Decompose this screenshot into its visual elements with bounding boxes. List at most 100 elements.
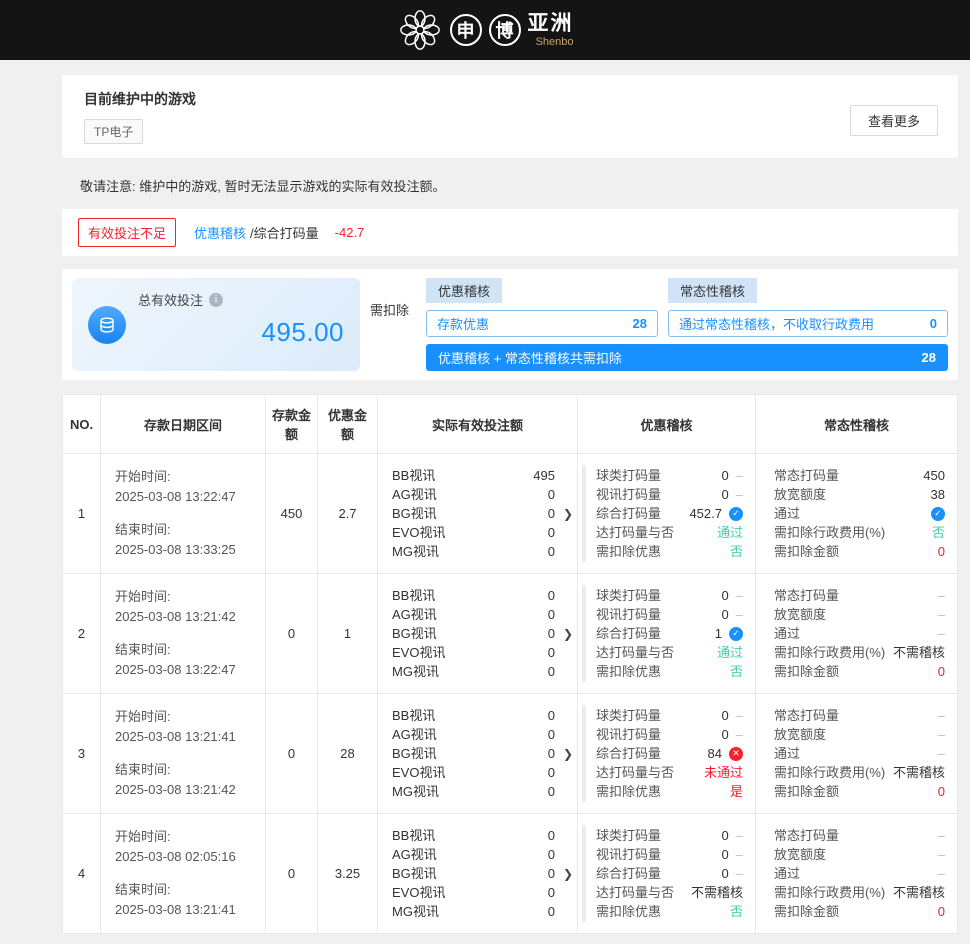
dash-icon: – (938, 846, 945, 863)
expand-chevron-icon[interactable]: ❯ (563, 867, 573, 881)
bet-game-name: EVO视讯 (392, 764, 445, 781)
dash-icon: – (938, 707, 945, 724)
audit-line-value: 0 (938, 543, 945, 560)
bet-amount: 0 (548, 903, 555, 920)
bet-game-name: BG视讯 (392, 745, 437, 762)
expand-chevron-icon[interactable]: ❯ (563, 627, 573, 641)
bet-amount: 0 (548, 865, 555, 882)
audit-line: 放宽额度– (774, 605, 945, 624)
audit-line-value: – (931, 865, 945, 882)
audit-line-label: 综合打码量 (596, 865, 661, 882)
bet-line: BB视讯0 (392, 826, 555, 845)
audit-line-label: 达打码量与否 (596, 764, 674, 781)
audit-line-value: 通过 (717, 644, 743, 661)
promo-audit-cell: 球类打码量0–视讯打码量0–综合打码量0–达打码量与否不需稽核需扣除优惠否 (578, 814, 756, 934)
bet-line: BB视讯495 (392, 466, 555, 485)
row-number: 1 (63, 454, 101, 574)
bet-game-name: BG视讯 (392, 505, 437, 522)
audit-line: 需扣除金额0 (774, 542, 945, 561)
view-more-button[interactable]: 查看更多 (850, 105, 938, 136)
audit-line-value: 未通过 (704, 764, 743, 781)
audit-line-label: 需扣除优惠 (596, 663, 661, 680)
audit-line: 达打码量与否通过 (596, 643, 743, 662)
bet-game-name: BB视讯 (392, 707, 435, 724)
bet-game-name: AG视讯 (392, 486, 437, 503)
status-text: 优惠稽核 /综合打码量 -42.7 (194, 223, 364, 242)
bet-line: BG视讯0 (392, 624, 555, 643)
tab-promo-audit[interactable]: 优惠稽核 (426, 278, 502, 303)
audit-line: 达打码量与否通过 (596, 523, 743, 542)
tab-regular-audit[interactable]: 常态性稽核 (668, 278, 757, 303)
audit-line-value: 否 (932, 524, 945, 541)
total-valid-bet-value: 495.00 (138, 317, 344, 348)
audit-line: 达打码量与否不需稽核 (596, 883, 743, 902)
audit-line-label: 需扣除优惠 (596, 903, 661, 920)
audit-line: 需扣除优惠是 (596, 782, 743, 801)
deposit-amount-cell: 0 (266, 694, 318, 814)
dash-icon: – (736, 606, 743, 623)
audit-line-label: 需扣除行政费用(%) (774, 884, 885, 901)
end-time-label: 结束时间: (115, 760, 257, 780)
bet-game-name: EVO视讯 (392, 524, 445, 541)
logo-subtitle-text: Shenbo (536, 37, 574, 48)
dash-icon: – (736, 707, 743, 724)
table-row: 1开始时间:2025-03-08 13:22:47结束时间:2025-03-08… (63, 454, 958, 574)
bet-amount: 0 (548, 663, 555, 680)
valid-bets-cell: BB视讯0AG视讯0BG视讯0EVO视讯0MG视讯0❯ (378, 574, 578, 694)
audit-line: 通过– (774, 864, 945, 883)
logo-char-bo: 博 (489, 14, 521, 46)
audit-line-value: – (931, 606, 945, 623)
valid-bets-cell: BB视讯0AG视讯0BG视讯0EVO视讯0MG视讯0❯ (378, 694, 578, 814)
audit-line: 视讯打码量0– (596, 605, 743, 624)
audit-table: NO. 存款日期区间 存款金额 优惠金额 实际有效投注额 优惠稽核 常态性稽核 … (62, 394, 958, 934)
status-card: 有效投注不足 优惠稽核 /综合打码量 -42.7 (62, 209, 958, 256)
start-time-value: 2025-03-08 13:22:47 (115, 487, 257, 507)
audit-line-label: 视讯打码量 (596, 486, 661, 503)
column-header-deposit: 存款金额 (266, 395, 318, 454)
row-number: 3 (63, 694, 101, 814)
promo-audit-link[interactable]: 优惠稽核 (194, 223, 246, 242)
expand-chevron-icon[interactable]: ❯ (563, 507, 573, 521)
audit-line-value: 0– (722, 486, 743, 503)
start-time-label: 开始时间: (115, 587, 257, 607)
audit-line-value: 0 (938, 663, 945, 680)
dash-icon: – (736, 726, 743, 743)
promo-deduction-field: 存款优惠 28 (426, 310, 658, 337)
regular-audit-column: 常态性稽核 通过常态性稽核，不收取行政费用 0 (668, 278, 948, 337)
dash-icon: – (938, 606, 945, 623)
table-row: 4开始时间:2025-03-08 02:05:16结束时间:2025-03-08… (63, 814, 958, 934)
table-row: 2开始时间:2025-03-08 13:21:42结束时间:2025-03-08… (63, 574, 958, 694)
audit-line: 球类打码量0– (596, 586, 743, 605)
bet-line: AG视讯0 (392, 725, 555, 744)
bet-line: AG视讯0 (392, 845, 555, 864)
audit-line-value: – (931, 745, 945, 762)
audit-line-value: 不需稽核 (691, 884, 743, 901)
audit-line: 常态打码量– (774, 826, 945, 845)
column-header-regular-audit: 常态性稽核 (756, 395, 958, 454)
audit-line-label: 常态打码量 (774, 467, 839, 484)
status-rest-text: /综合打码量 (250, 223, 319, 242)
audit-line-value: – (931, 625, 945, 642)
bet-line: EVO视讯0 (392, 883, 555, 902)
audit-line: 需扣除行政费用(%) 不需稽核 (774, 883, 945, 902)
bet-amount: 0 (548, 827, 555, 844)
audit-line-label: 通过 (774, 505, 800, 522)
notice-text: 敬请注意: 维护中的游戏, 暂时无法显示游戏的实际有效投注额。 (62, 172, 958, 209)
audit-line: 视讯打码量 0– (596, 485, 743, 504)
cross-circle-icon: ✕ (729, 747, 743, 761)
audit-line: 需扣除金额0 (774, 662, 945, 681)
end-time-value: 2025-03-08 13:33:25 (115, 540, 257, 560)
audit-line: 放宽额度– (774, 845, 945, 864)
total-deduction-value: 28 (922, 350, 936, 365)
bet-line: BB视讯0 (392, 706, 555, 725)
bet-amount: 0 (548, 587, 555, 604)
dash-icon: – (736, 846, 743, 863)
expand-chevron-icon[interactable]: ❯ (563, 747, 573, 761)
total-deduction-label: 优惠稽核 + 常态性稽核共需扣除 (438, 348, 622, 367)
info-icon[interactable]: i (209, 293, 223, 307)
total-valid-bet-label: 总有效投注 (138, 290, 203, 309)
end-time-value: 2025-03-08 13:22:47 (115, 660, 257, 680)
audit-line-value: 不需稽核 (893, 884, 945, 901)
regular-deduction-field: 通过常态性稽核，不收取行政费用 0 (668, 310, 948, 337)
bet-amount: 0 (548, 543, 555, 560)
